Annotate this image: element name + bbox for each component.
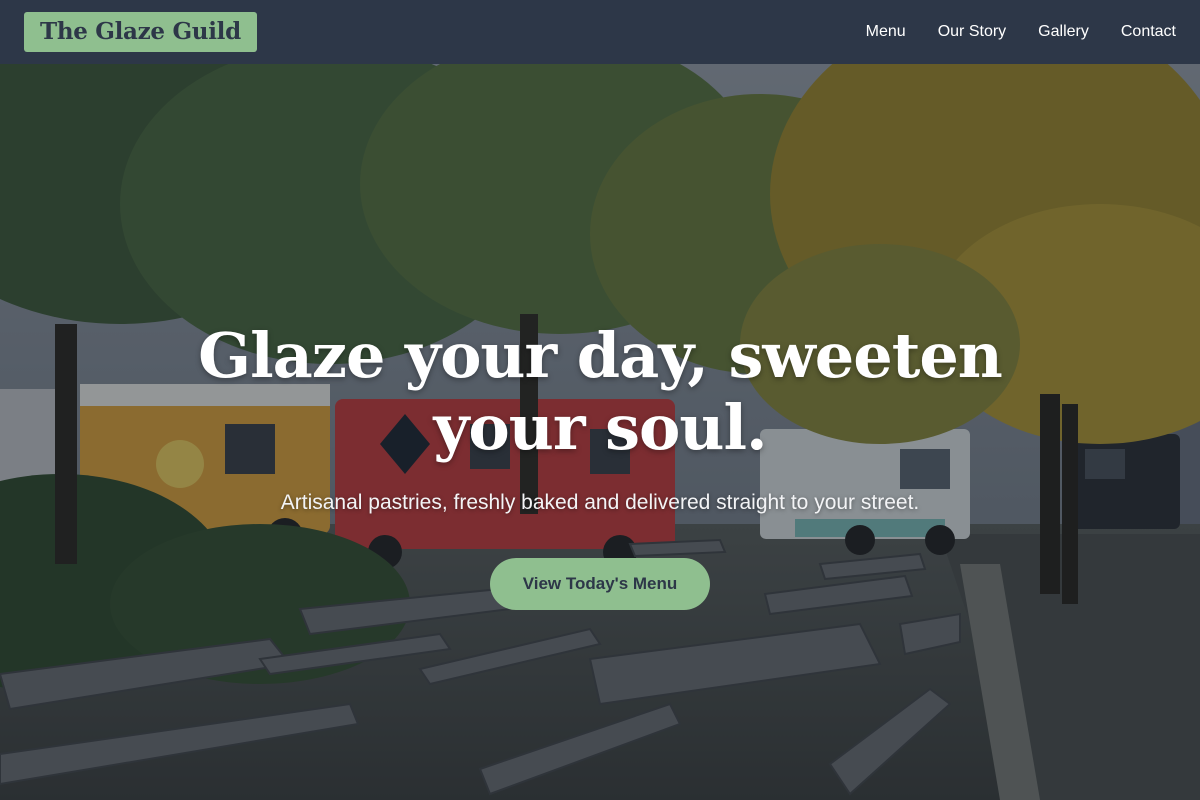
view-menu-button[interactable]: View Today's Menu [490,558,710,610]
main-nav: Menu Our Story Gallery Contact [866,0,1176,64]
nav-link-menu[interactable]: Menu [866,23,906,41]
hero-headline: Glaze your day, sweeten your soul. [198,319,1003,464]
nav-link-gallery[interactable]: Gallery [1038,23,1089,41]
hero-content: Glaze your day, sweeten your soul. Artis… [0,64,1200,800]
hero-section: Glaze your day, sweeten your soul. Artis… [0,64,1200,800]
brand-logo[interactable]: The Glaze Guild [24,12,257,52]
nav-link-contact[interactable]: Contact [1121,23,1176,41]
site-header: The Glaze Guild Menu Our Story Gallery C… [0,0,1200,64]
hero-subheadline: Artisanal pastries, freshly baked and de… [280,491,920,514]
nav-link-our-story[interactable]: Our Story [938,23,1006,41]
page: The Glaze Guild Menu Our Story Gallery C… [0,0,1200,800]
